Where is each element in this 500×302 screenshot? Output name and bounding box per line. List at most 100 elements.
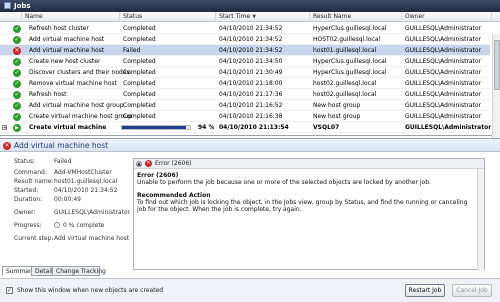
column-header-start-time-label: Start Time: [219, 13, 251, 20]
failed-status-icon: ✕: [13, 47, 21, 55]
job-start-time: 04/10/2010 21:17:36: [219, 91, 283, 98]
job-name: Create virtual machine host group: [29, 113, 132, 120]
job-owner: GUILLESQL\Administrator: [405, 91, 482, 98]
error-panel-scrollbar[interactable]: [477, 169, 484, 270]
table-row[interactable]: ✓ Create virtual machine host group Comple…: [0, 111, 490, 122]
job-name: Remove virtual machine host: [29, 80, 117, 87]
tab-summary[interactable]: Summary: [2, 266, 35, 276]
job-details-pane: ✕ Add virtual machine host Status: Failed…: [0, 138, 500, 276]
restart-job-button[interactable]: Restart Job: [405, 284, 445, 297]
collapse-icon[interactable]: ▲: [136, 161, 142, 167]
job-name: Add virtual machine host: [29, 47, 105, 54]
table-row[interactable]: ✓ Add virtual machine host group Completed…: [0, 100, 490, 111]
error-icon: ✕: [145, 160, 152, 167]
table-row[interactable]: ✓ Refresh host Completed 04/10/2010 21:17:3…: [0, 89, 490, 100]
job-result-name: HyperClus.guillesql.local: [313, 69, 387, 76]
column-header-owner[interactable]: Owner: [402, 12, 492, 22]
job-owner: GUILLESQL\Administrator: [405, 102, 482, 109]
job-status: Completed: [123, 91, 156, 98]
tab-change-tracking[interactable]: Change Tracking: [52, 266, 106, 276]
job-status: Completed: [123, 69, 156, 76]
job-progress-text: 94 %: [198, 124, 215, 131]
job-start-time: 04/10/2010 21:16:52: [219, 102, 283, 109]
job-start-time: 04/10/2010 21:34:50: [219, 58, 283, 65]
job-status: Completed: [123, 113, 156, 120]
expand-icon[interactable]: +: [2, 125, 7, 131]
show-window-checkbox[interactable]: ✓: [6, 287, 13, 294]
jobs-window-icon: [4, 2, 11, 9]
window-title: Jobs: [14, 2, 31, 10]
column-header-icon[interactable]: [0, 12, 22, 22]
tab-details[interactable]: Details: [31, 266, 56, 276]
details-title: Add virtual machine host: [14, 141, 109, 150]
column-header-start-time[interactable]: Start Time ▼: [216, 12, 310, 22]
job-name: Discover clusters and their nodes: [29, 69, 130, 76]
job-owner: GUILLESQL\Administrator: [405, 113, 482, 120]
job-name: Refresh host cluster: [29, 25, 89, 32]
job-result-name: host02.guillesql.local: [313, 91, 377, 98]
job-start-time: 04/10/2010 21:34:52: [219, 36, 283, 43]
job-name: Create virtual machine: [29, 124, 107, 131]
job-result-name: HyperClus.guillesql.local: [313, 58, 387, 65]
job-owner: GUILLESQL\Administrator: [405, 25, 482, 32]
table-row[interactable]: ✓ Discover clusters and their nodes Comple…: [0, 67, 490, 78]
recommended-action-text: To find out which job is locking the obj…: [137, 199, 468, 213]
completed-status-icon: ✓: [13, 102, 21, 110]
error-status-icon: ✕: [3, 142, 11, 150]
job-result-name: HOST02.guillesql.local: [313, 36, 381, 43]
scrollbar-thumb[interactable]: [494, 40, 500, 90]
error-panel-header[interactable]: ▲ ✕ Error (2606): [134, 159, 484, 169]
error-panel: ▲ ✕ Error (2606) Error (2606) Unable to …: [133, 158, 485, 270]
table-row[interactable]: + ▶ Create virtual machine 94 % 04/10/2010 2…: [0, 122, 492, 133]
completed-status-icon: ✓: [13, 58, 21, 66]
jobs-grid-header: Name Status Start Time ▼ Result Name Owne…: [0, 12, 500, 22]
job-result-name: HyperClus.guillesql.local: [313, 25, 387, 32]
job-progress-bar: [121, 125, 191, 130]
job-owner: GUILLESQL\Administrator: [405, 69, 482, 76]
job-status: Completed: [123, 58, 156, 65]
job-progress-fill: [122, 126, 186, 129]
job-owner: GUILLESQL\Administrator: [405, 124, 492, 131]
job-status: Completed: [123, 25, 156, 32]
job-start-time: 04/10/2010 21:18:00: [219, 80, 283, 87]
job-name: Add virtual machine host: [29, 36, 105, 43]
completed-status-icon: ✓: [13, 113, 21, 121]
job-owner: GUILLESQL\Administrator: [405, 36, 482, 43]
footer-bar: ✓ Show this window when new objects are …: [0, 278, 500, 302]
job-name: Create new host cluster: [29, 58, 101, 65]
table-row[interactable]: ✓ Create new host cluster Completed 04/10/2…: [0, 56, 490, 67]
running-status-icon: ▶: [13, 124, 21, 132]
error-message: Unable to perform the job because one or…: [137, 179, 431, 186]
completed-status-icon: ✓: [13, 36, 21, 44]
table-row[interactable]: ✓ Remove virtual machine host Completed 04/…: [0, 78, 490, 89]
job-name: Add virtual machine host group: [29, 102, 124, 109]
column-header-status[interactable]: Status: [120, 12, 216, 22]
job-result-name: VSQL07: [313, 124, 340, 131]
job-result-name: New host group: [313, 113, 361, 120]
show-window-checkbox-label: Show this window when new objects are cr…: [17, 287, 164, 294]
details-header: ✕ Add virtual machine host: [0, 138, 500, 152]
recommended-action-title: Recommended Action: [137, 192, 211, 199]
job-start-time: 04/10/2010 21:34:52: [219, 47, 283, 54]
table-row[interactable]: ✓ Refresh host cluster Completed 04/10/2010…: [0, 23, 490, 34]
job-status: Completed: [123, 80, 156, 87]
job-start-time: 04/10/2010 21:30:49: [219, 69, 283, 76]
job-status: Completed: [123, 36, 156, 43]
sort-descending-icon: ▼: [252, 14, 257, 20]
cancel-job-button[interactable]: Cancel Job: [452, 284, 492, 297]
job-status: Failed: [123, 47, 141, 54]
job-result-name: host02.guillesql.local: [313, 80, 377, 87]
jobs-grid-scrollbar[interactable]: [492, 34, 500, 148]
job-owner: GUILLESQL\Administrator: [405, 58, 482, 65]
window-titlebar: Jobs: [0, 0, 500, 12]
job-name: Refresh host: [29, 91, 67, 98]
completed-status-icon: ✓: [13, 91, 21, 99]
table-row[interactable]: ✓ Add virtual machine host Completed 04/10/…: [0, 34, 490, 45]
column-header-name[interactable]: Name: [22, 12, 120, 22]
column-header-result-name[interactable]: Result Name: [310, 12, 402, 22]
job-owner: GUILLESQL\Administrator: [405, 80, 482, 87]
job-status: Completed: [123, 102, 156, 109]
error-body: Error (2606) Unable to perform the job b…: [137, 172, 475, 213]
completed-status-icon: ✓: [13, 69, 21, 77]
table-row[interactable]: ✕ Add virtual machine host Failed 04/10/201…: [0, 45, 490, 56]
